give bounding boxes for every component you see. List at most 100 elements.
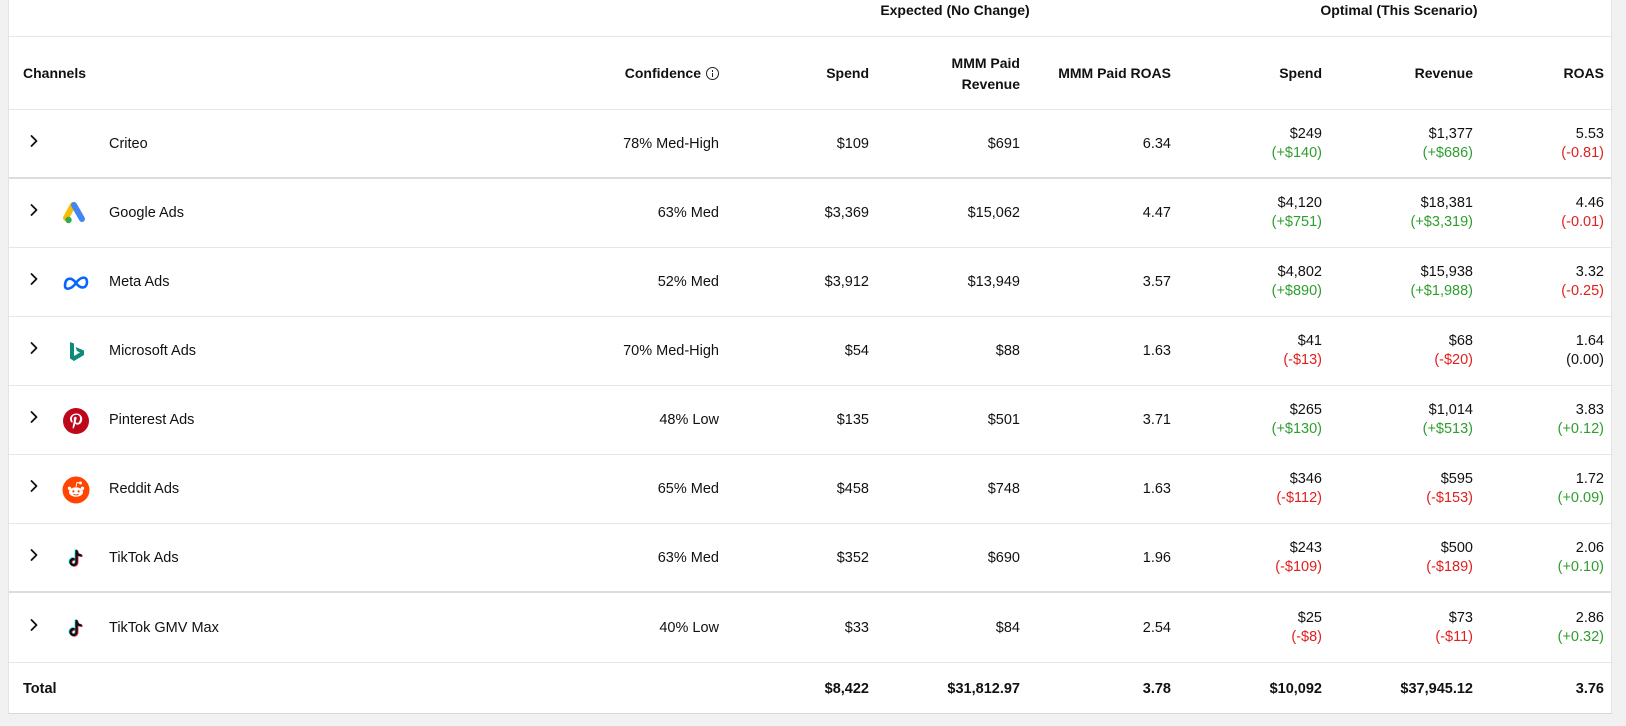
col-channels[interactable]: Channels [23, 37, 86, 110]
spend-value: $109 [836, 135, 869, 152]
opt-revenue-delta: (+$1,988) [1410, 283, 1473, 299]
roas-value: 4.47 [1142, 205, 1171, 221]
table-row[interactable]: Reddit Ads 65% Med $458 $748 1.63 $346 (-$112)… [9, 455, 1611, 524]
opt-spend-delta: (-$13) [1283, 352, 1322, 368]
table-row[interactable]: Microsoft Ads 70% Med-High $54 $88 1.63 $41 (-… [9, 317, 1611, 386]
opt-spend-cell: $4,120 (+$751) [1209, 179, 1322, 247]
column-header-row: Channels Confidence Spend MMM Paid Reven… [9, 37, 1611, 110]
chevron-right-icon[interactable] [27, 548, 41, 562]
opt-spend-value: $4,120 [1277, 195, 1322, 211]
opt-spend-value: $25 [1297, 610, 1322, 626]
revenue-value: $88 [995, 343, 1020, 359]
group-header-row: Expected (No Change) Optimal (This Scena… [9, 0, 1611, 37]
chevron-right-icon[interactable] [27, 203, 41, 217]
opt-spend-value: $243 [1289, 539, 1322, 556]
confidence-value: 65% Med [657, 481, 719, 497]
channel-name: TikTok GMV Max [109, 620, 219, 636]
opt-roas-value: 2.86 [1575, 610, 1604, 626]
opt-spend-cell: $249 (+$140) [1209, 110, 1322, 177]
total-revenue: $31,812.97 [947, 680, 1020, 697]
revenue-value: $501 [987, 412, 1020, 428]
opt-revenue-cell: $595 (-$153) [1339, 455, 1473, 523]
total-roas: 3.78 [1142, 680, 1171, 697]
opt-roas-delta: (-0.81) [1561, 144, 1604, 161]
col-confidence-label: Confidence [624, 65, 701, 81]
opt-spend-cell: $25 (-$8) [1209, 594, 1322, 662]
chevron-right-icon[interactable] [27, 618, 41, 632]
opt-roas-value: 1.72 [1575, 471, 1604, 487]
criteo-icon [62, 131, 90, 159]
revenue-value: $691 [987, 135, 1020, 152]
col-opt-spend[interactable]: Spend [1209, 37, 1322, 110]
opt-revenue-delta: (+$3,319) [1410, 214, 1473, 230]
total-opt-roas: 3.76 [1575, 680, 1604, 697]
opt-roas-value: 3.83 [1575, 402, 1604, 418]
reddit-icon [62, 476, 90, 504]
channel-name: Pinterest Ads [109, 412, 195, 428]
col-opt-roas[interactable]: ROAS [1499, 37, 1604, 110]
chevron-right-icon[interactable] [27, 272, 41, 286]
opt-revenue-cell: $73 (-$11) [1339, 594, 1473, 662]
total-opt-revenue: $37,945.12 [1400, 680, 1473, 697]
roas-value: 1.96 [1142, 549, 1171, 566]
bing-icon [62, 338, 90, 366]
opt-revenue-delta: (-$189) [1426, 558, 1473, 575]
revenue-value: $15,062 [967, 205, 1020, 221]
chevron-right-icon[interactable] [27, 479, 41, 493]
tiktok-icon [62, 545, 90, 573]
opt-roas-cell: 3.32 (-0.25) [1499, 248, 1604, 316]
opt-spend-value: $249 [1289, 125, 1322, 142]
total-label: Total [23, 680, 57, 697]
opt-roas-delta: (-0.25) [1561, 283, 1604, 299]
opt-roas-delta: (+0.09) [1557, 490, 1604, 506]
confidence-value: 48% Low [659, 412, 719, 428]
total-opt-spend: $10,092 [1269, 680, 1322, 697]
table-row[interactable]: TikTok GMV Max 40% Low $33 $84 2.54 $25 (-$8) $… [9, 594, 1611, 663]
col-confidence[interactable]: Confidence [549, 37, 719, 110]
info-icon[interactable] [706, 67, 719, 80]
meta-icon [62, 269, 90, 297]
opt-spend-delta: (+$751) [1271, 214, 1322, 230]
opt-revenue-cell: $18,381 (+$3,319) [1339, 179, 1473, 247]
opt-roas-delta: (0.00) [1566, 352, 1604, 368]
spend-value: $33 [844, 620, 869, 636]
total-spend: $8,422 [824, 680, 869, 697]
channel-name: Reddit Ads [109, 481, 180, 497]
table-row[interactable]: Pinterest Ads 48% Low $135 $501 3.71 $265 (+$1… [9, 386, 1611, 455]
opt-revenue-delta: (-$20) [1434, 352, 1473, 368]
opt-revenue-value: $1,377 [1428, 125, 1473, 142]
confidence-value: 63% Med [657, 205, 719, 221]
chevron-right-icon[interactable] [27, 134, 41, 148]
chevron-right-icon[interactable] [27, 341, 41, 355]
group-header-expected: Expected (No Change) [880, 2, 1030, 18]
opt-spend-value: $346 [1289, 471, 1322, 487]
opt-revenue-cell: $500 (-$189) [1339, 524, 1473, 591]
table-row[interactable]: TikTok Ads 63% Med $352 $690 1.96 $243 (-$109)… [9, 524, 1611, 593]
channel-name: Meta Ads [109, 274, 170, 290]
spend-value: $458 [836, 481, 869, 497]
opt-spend-delta: (-$112) [1276, 490, 1322, 506]
table-row[interactable]: Criteo 78% Med-High $109 $691 6.34 $249 (+$140… [9, 110, 1611, 179]
col-mmm-paid-revenue[interactable]: MMM Paid Revenue [909, 37, 1020, 110]
opt-spend-cell: $41 (-$13) [1209, 317, 1322, 385]
opt-spend-cell: $346 (-$112) [1209, 455, 1322, 523]
opt-spend-delta: (+$130) [1271, 421, 1322, 437]
opt-spend-delta: (-$8) [1291, 629, 1322, 645]
pinterest-icon [62, 407, 90, 435]
opt-roas-value: 4.46 [1575, 195, 1604, 211]
col-spend[interactable]: Spend [769, 37, 869, 110]
col-mmm-paid-roas[interactable]: MMM Paid ROAS [1029, 37, 1171, 110]
opt-revenue-value: $1,014 [1428, 402, 1473, 418]
opt-spend-delta: (+$890) [1271, 283, 1322, 299]
tiktok-icon [62, 615, 90, 643]
table-row[interactable]: Google Ads 63% Med $3,369 $15,062 4.47 $4,120… [9, 179, 1611, 248]
opt-spend-value: $4,802 [1277, 264, 1322, 280]
confidence-value: 70% Med-High [623, 343, 719, 359]
col-opt-revenue[interactable]: Revenue [1349, 37, 1473, 110]
opt-revenue-delta: (-$11) [1435, 629, 1473, 645]
table-row[interactable]: Meta Ads 52% Med $3,912 $13,949 3.57 $4,802 (+… [9, 248, 1611, 317]
confidence-value: 52% Med [657, 274, 719, 290]
group-header-optimal: Optimal (This Scenario) [1320, 2, 1478, 18]
chevron-right-icon[interactable] [27, 410, 41, 424]
roas-value: 1.63 [1142, 481, 1171, 497]
